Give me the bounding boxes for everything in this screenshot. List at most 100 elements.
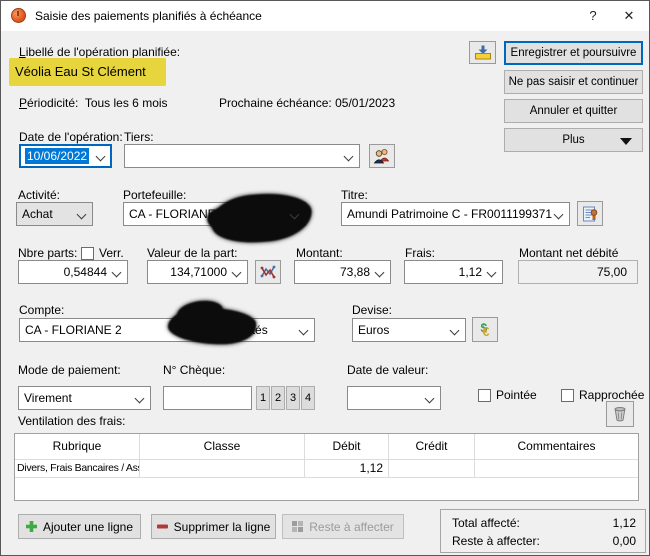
verr-label[interactable]: Verr. [99, 246, 124, 260]
compte-label: Compte: [19, 303, 65, 317]
minus-icon [156, 524, 168, 529]
app-clock-icon [11, 8, 26, 23]
chevron-down-icon[interactable] [231, 267, 242, 278]
frais-table[interactable]: Rubrique Classe Débit Crédit Commentaire… [14, 433, 639, 501]
close-button[interactable]: ✕ [611, 1, 647, 31]
nbre-parts-label: Nbre parts: [18, 246, 78, 260]
mode-paiement-value: Virement [24, 391, 72, 405]
table-cell-classe[interactable] [140, 460, 305, 477]
date-operation-value: 10/06/2022 [25, 148, 90, 164]
chevron-down-icon[interactable] [486, 267, 497, 278]
montant-combobox[interactable]: 73,88 [294, 260, 391, 284]
cheque-label: N° Chèque: [163, 363, 226, 377]
table-cell-credit[interactable] [389, 460, 475, 477]
table-cell-commentaires[interactable] [475, 460, 638, 477]
table-header-cell[interactable]: Classe [140, 434, 305, 459]
devise-value: Euros [358, 323, 390, 337]
tiers-lookup-button[interactable] [369, 144, 395, 168]
archive-button[interactable] [469, 41, 496, 64]
reste-affecter-label: Reste à affecter: [452, 534, 540, 548]
frais-value: 1,12 [458, 265, 482, 279]
table-header-cell[interactable]: Rubrique [15, 434, 140, 459]
chevron-down-icon[interactable] [424, 393, 435, 404]
cheque-input[interactable] [163, 386, 252, 410]
frais-combobox[interactable]: 1,12 [404, 260, 503, 284]
table-header-cell[interactable]: Commentaires [475, 434, 638, 459]
devise-combobox[interactable]: Euros [352, 318, 466, 342]
chevron-down-icon[interactable] [111, 267, 122, 278]
periodicite-label: Périodicité: Tous les 6 mois [19, 96, 168, 110]
table-cell-debit[interactable]: 1,12 [305, 460, 389, 477]
periodicite-value: Tous les 6 mois [84, 96, 168, 110]
rapprochee-checkbox[interactable] [561, 389, 574, 402]
chevron-down-icon[interactable] [449, 325, 460, 336]
montant-net-field: 75,00 [518, 260, 638, 284]
compte-combobox[interactable]: CA - FLORIANE 2 - Liquidités [19, 318, 315, 342]
compte-value-left: CA - FLORIANE 2 [25, 323, 122, 337]
chevron-down-icon[interactable] [95, 151, 106, 162]
libelle-highlight: Véolia Eau St Clément [9, 58, 166, 86]
nbre-parts-value: 0,54844 [63, 265, 107, 279]
cancel-quit-button[interactable]: Annuler et quitter [504, 99, 643, 123]
cheque-digit-button-3[interactable]: 3 [286, 386, 300, 410]
verr-checkbox[interactable] [81, 247, 94, 260]
chevron-down-icon[interactable] [553, 209, 564, 220]
plus-icon [25, 521, 37, 532]
table-cell-rubrique[interactable]: Divers, Frais Bancaires / Ass [15, 460, 140, 477]
currency-button[interactable]: $ € [472, 317, 498, 342]
remove-line-label: Supprimer la ligne [173, 519, 271, 534]
libelle-value: Véolia Eau St Clément [15, 64, 146, 79]
titre-combobox[interactable]: Amundi Patrimoine C - FR0011199371 [341, 202, 570, 226]
activite-value: Achat [22, 207, 53, 221]
libelle-label: Libellé de l'opération planifiée: [19, 45, 181, 59]
montant-label: Montant: [296, 246, 343, 260]
inbox-arrow-icon [474, 45, 491, 60]
window-title: Saisie des paiements planifiés à échéanc… [35, 9, 262, 23]
allocate-grid-icon [292, 520, 304, 532]
chevron-down-icon[interactable] [343, 151, 354, 162]
montant-net-label: Montant net débité [519, 246, 619, 260]
rapprochee-label[interactable]: Rapprochée [579, 388, 644, 402]
certificate-icon [583, 206, 598, 221]
chevron-down-icon[interactable] [298, 325, 309, 336]
reste-affecter-value: 0,00 [612, 534, 636, 548]
activite-combobox[interactable]: Achat [16, 202, 93, 226]
price-history-button[interactable] [255, 260, 281, 284]
skip-continue-button[interactable]: Ne pas saisir et continuer [504, 70, 643, 94]
titre-label: Titre: [341, 188, 368, 202]
remove-line-button[interactable]: Supprimer la ligne [151, 514, 276, 539]
pointee-label[interactable]: Pointée [496, 388, 537, 402]
date-operation-label: Date de l'opération: [19, 130, 123, 144]
devise-label: Devise: [352, 303, 393, 317]
pointee-checkbox[interactable] [478, 389, 491, 402]
table-header-cell[interactable]: Débit [305, 434, 389, 459]
chevron-down-icon[interactable] [374, 267, 385, 278]
total-affecte-label: Total affecté: [452, 516, 520, 530]
echeance-label: Prochaine échéance: 05/01/2023 [219, 96, 396, 110]
mode-paiement-combobox[interactable]: Virement [18, 386, 151, 410]
add-line-label: Ajouter une ligne [42, 519, 134, 534]
montant-net-value: 75,00 [596, 265, 627, 279]
chevron-down-icon[interactable] [134, 393, 145, 404]
dropdown-triangle-icon [620, 138, 632, 145]
titre-info-button[interactable] [577, 201, 603, 226]
table-header-cell[interactable]: Crédit [389, 434, 475, 459]
tiers-label: Tiers: [124, 130, 154, 144]
more-button[interactable]: Plus [504, 128, 643, 152]
activite-label: Activité: [18, 188, 61, 202]
cheque-digit-button-4[interactable]: 4 [301, 386, 315, 410]
tiers-combobox[interactable] [124, 144, 360, 168]
valeur-part-combobox[interactable]: 134,71000 [147, 260, 248, 284]
date-valeur-combobox[interactable] [347, 386, 441, 410]
cheque-digit-button-2[interactable]: 2 [271, 386, 285, 410]
chevron-down-icon[interactable] [76, 209, 87, 220]
add-line-button[interactable]: Ajouter une ligne [18, 514, 141, 539]
table-row[interactable]: Divers, Frais Bancaires / Ass 1,12 [15, 460, 638, 478]
nbre-parts-combobox[interactable]: 0,54844 [18, 260, 128, 284]
date-operation-combobox[interactable]: 10/06/2022 [19, 144, 112, 168]
delete-ventilation-button[interactable] [606, 401, 634, 427]
help-button[interactable]: ? [575, 1, 611, 31]
cheque-digit-button-1[interactable]: 1 [256, 386, 270, 410]
frais-label: Frais: [405, 246, 435, 260]
save-continue-button[interactable]: Enregistrer et poursuivre [504, 41, 643, 65]
